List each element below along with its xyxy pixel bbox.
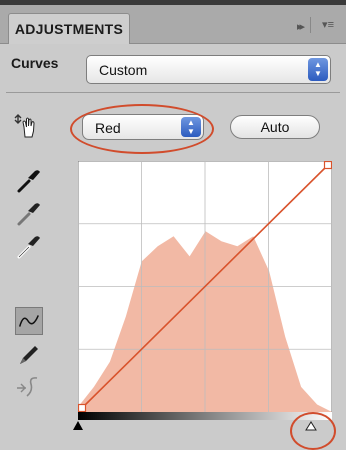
panel-separator [310,17,311,33]
adjustments-tab[interactable]: ADJUSTMENTS [8,13,130,44]
gray-eyedropper-icon[interactable] [15,199,43,227]
pencil-icon[interactable] [15,340,43,368]
preset-value: Custom [99,62,148,78]
curve-edit-icon[interactable] [15,307,43,335]
auto-button[interactable]: Auto [230,115,320,139]
divider [6,92,340,93]
panel-tab-bar: ADJUSTMENTS ▸▸ ▾≡ [0,5,346,44]
preset-select[interactable]: Custom ▲ ▼ [86,55,331,84]
channel-highlight-ring [70,104,214,154]
adjustment-label: Curves [11,55,59,71]
curves-graph[interactable] [78,161,332,412]
white-slider-highlight-ring [290,412,336,450]
black-point-slider[interactable] [73,421,83,430]
black-eyedropper-icon[interactable] [15,166,43,194]
collapse-panel-icon[interactable]: ▸▸ [297,20,305,33]
select-arrows-icon: ▲ ▼ [308,58,328,81]
white-eyedropper-icon[interactable] [15,232,43,260]
smooth-curve-icon[interactable] [15,372,43,400]
panel-menu-icon[interactable]: ▾≡ [322,18,334,31]
curve-control-point[interactable] [78,403,87,412]
hand-pointer-icon[interactable] [14,113,40,139]
curve-control-point[interactable] [323,161,332,170]
